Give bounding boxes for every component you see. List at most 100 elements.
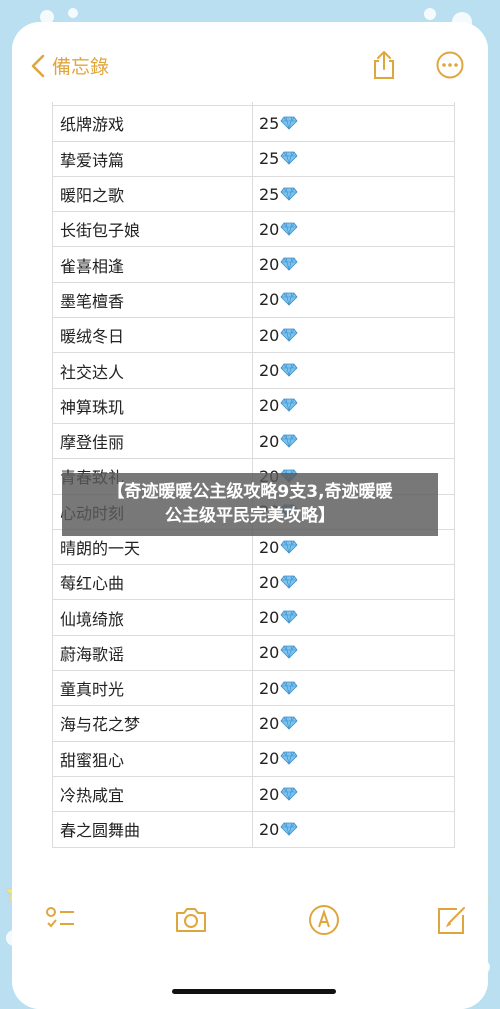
costume-name: 童真时光 [52, 670, 253, 707]
price-value: 20 [259, 678, 280, 698]
costume-name: 挚爱诗篇 [52, 140, 253, 177]
table-row: 甜蜜狙心 20 [52, 740, 455, 777]
diamond-icon [280, 540, 298, 554]
costume-price: 20 [252, 564, 455, 601]
table-row: 神算珠玑 20 [52, 387, 455, 424]
diamond-icon [280, 151, 298, 165]
diamond-icon [280, 681, 298, 695]
table-row: 挚爱诗篇 25 [52, 140, 455, 177]
costume-price: 20 [252, 352, 455, 389]
price-value: 20 [259, 431, 280, 451]
wallpaper-dot [68, 8, 78, 18]
costume-price: 20 [252, 740, 455, 777]
price-value: 25 [259, 149, 280, 169]
costume-name: 摩登佳丽 [52, 422, 253, 460]
diamond-icon [280, 328, 298, 342]
costume-name: 社交达人 [52, 352, 253, 389]
costume-price: 25 [252, 175, 455, 213]
camera-icon[interactable] [174, 903, 208, 937]
table-row: 暖阳之歌 25 [52, 175, 455, 213]
price-value: 20 [259, 749, 280, 769]
price-value: 20 [259, 290, 280, 310]
diamond-icon [280, 398, 298, 412]
table-row: 长街包子娘 20 [52, 211, 455, 248]
price-value: 25 [259, 184, 280, 204]
diamond-icon [280, 363, 298, 377]
back-label: 備忘錄 [52, 56, 110, 78]
costume-name: 暖绒冬日 [52, 317, 253, 354]
bottom-toolbar [12, 885, 488, 1009]
costume-price: 25 [252, 105, 455, 142]
costume-name: 纸牌游戏 [52, 105, 253, 142]
costume-name: 甜蜜狙心 [52, 740, 253, 777]
costume-name: 蔚海歌谣 [52, 634, 253, 672]
table-row: 摩登佳丽 20 [52, 422, 455, 460]
diamond-icon [280, 434, 298, 448]
costume-name: 海与花之梦 [52, 705, 253, 742]
diamond-icon [280, 787, 298, 801]
price-value: 20 [259, 325, 280, 345]
costume-price: 20 [252, 211, 455, 248]
costume-name: 春之圆舞曲 [52, 811, 253, 848]
chevron-left-icon [31, 54, 45, 77]
table-row: 社交达人 20 [52, 352, 455, 389]
navigation-bar: 備忘錄 [12, 22, 488, 102]
more-icon[interactable] [435, 50, 465, 80]
diamond-icon [280, 293, 298, 306]
checklist-icon[interactable] [44, 903, 78, 937]
table-row: 暖绒冬日 20 [52, 317, 455, 354]
costume-price: 20 [252, 705, 455, 742]
back-button[interactable]: 備忘錄 [30, 52, 109, 79]
table-row: 雀喜相逢 20 [52, 246, 455, 283]
table-row: 冷热咸宜 20 [52, 775, 455, 813]
price-value: 20 [259, 255, 280, 275]
costume-name: 雀喜相逢 [52, 246, 253, 283]
costume-name: 长街包子娘 [52, 211, 253, 248]
price-value: 20 [259, 572, 280, 592]
diamond-icon [280, 610, 298, 624]
diamond-icon [280, 222, 298, 236]
table-row: 春之圆舞曲 20 [52, 811, 455, 848]
costume-name: 莓红心曲 [52, 564, 253, 601]
wallpaper-dot [424, 8, 436, 20]
table-row: 纸牌游戏 25 [52, 105, 455, 142]
diamond-icon [280, 257, 298, 271]
costume-price: 20 [252, 634, 455, 672]
costume-price: 20 [252, 317, 455, 354]
diamond-icon [280, 187, 298, 201]
share-icon[interactable] [369, 50, 399, 80]
costume-price: 20 [252, 281, 455, 319]
price-value: 20 [259, 219, 280, 239]
costume-price: 20 [252, 387, 455, 424]
price-value: 25 [259, 113, 280, 133]
diamond-icon [280, 751, 298, 765]
diamond-icon [280, 822, 298, 836]
table-row: 童真时光 20 [52, 670, 455, 707]
table-row: 墨笔檀香 20 [52, 281, 455, 319]
table-row: 蔚海歌谣 20 [52, 634, 455, 672]
costume-price: 20 [252, 422, 455, 460]
notes-table: 沁雅花意25纸牌游戏25挚爱诗篇25暖阳之歌25长街包子娘20雀喜相逢20墨笔檀… [52, 69, 455, 848]
diamond-icon [280, 116, 298, 130]
price-value: 20 [259, 713, 280, 733]
costume-price: 20 [252, 246, 455, 283]
home-indicator [172, 989, 336, 994]
costume-name: 神算珠玑 [52, 387, 253, 424]
costume-price: 20 [252, 775, 455, 813]
compose-icon[interactable] [435, 903, 469, 937]
costume-name: 仙境绮旅 [52, 599, 253, 636]
costume-price: 20 [252, 599, 455, 636]
costume-price: 25 [252, 140, 455, 177]
costume-name: 冷热咸宜 [52, 775, 253, 813]
price-value: 20 [259, 608, 280, 628]
table-row: 莓红心曲 20 [52, 564, 455, 601]
diamond-icon [280, 575, 298, 589]
pen-icon[interactable] [307, 903, 341, 937]
price-value: 20 [259, 819, 280, 839]
costume-price: 20 [252, 670, 455, 707]
caption-line-1: 【奇迹暖暖公主级攻略9支3,奇迹暖暖 [107, 482, 393, 502]
table-row: 海与花之梦 20 [52, 705, 455, 742]
costume-name: 暖阳之歌 [52, 175, 253, 213]
price-value: 20 [259, 784, 280, 804]
costume-name: 墨笔檀香 [52, 281, 253, 319]
